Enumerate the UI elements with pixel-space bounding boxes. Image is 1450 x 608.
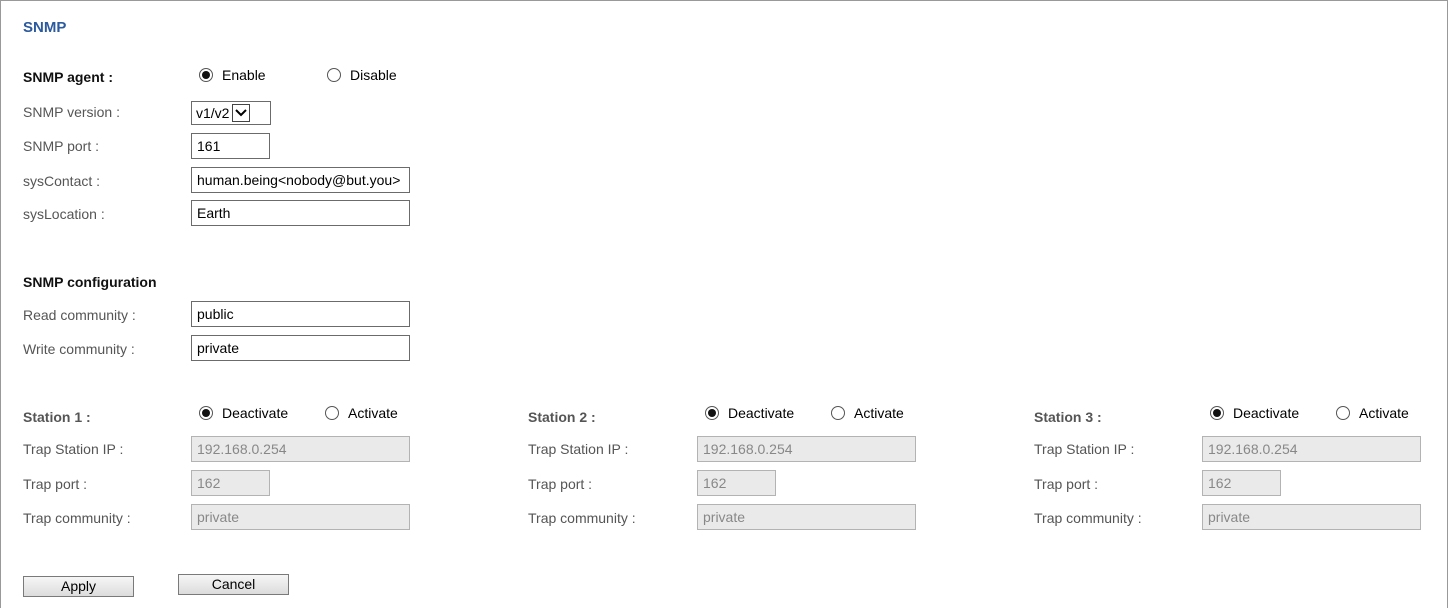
station-2-port-input[interactable]: 162: [697, 470, 776, 496]
station-3-ip-label: Trap Station IP :: [1034, 441, 1135, 457]
apply-button[interactable]: Apply: [23, 576, 134, 597]
cancel-button[interactable]: Cancel: [178, 574, 289, 595]
radio-selected-icon: [199, 68, 213, 82]
station-2-label: Station 2 :: [528, 409, 596, 425]
syscontact-input[interactable]: human.being<nobody@but.you>: [191, 167, 410, 193]
station-1-deactivate-label: Deactivate: [222, 405, 289, 421]
radio-unselected-icon: [1336, 406, 1350, 420]
station-2-ip-input[interactable]: 192.168.0.254: [697, 436, 916, 462]
snmp-version-value: v1/v2: [196, 105, 230, 121]
station-1-ip-input[interactable]: 192.168.0.254: [191, 436, 410, 462]
radio-unselected-icon: [325, 406, 339, 420]
station-3-activate-label: Activate: [1359, 405, 1409, 421]
snmp-version-label: SNMP version :: [23, 104, 120, 120]
station-2-deactivate-radio[interactable]: Deactivate: [705, 405, 794, 421]
station-1-label: Station 1 :: [23, 409, 91, 425]
station-2-ip-label: Trap Station IP :: [528, 441, 629, 457]
station-3-port-input[interactable]: 162: [1202, 470, 1281, 496]
station-2-community-label: Trap community :: [528, 510, 636, 526]
syslocation-input[interactable]: Earth: [191, 200, 410, 226]
station-2-community-input[interactable]: private: [697, 504, 916, 530]
snmp-agent-label: SNMP agent :: [23, 69, 113, 85]
station-1-ip-label: Trap Station IP :: [23, 441, 124, 457]
snmp-version-select[interactable]: v1/v2: [191, 101, 271, 125]
station-3-deactivate-radio[interactable]: Deactivate: [1210, 405, 1299, 421]
station-3-port-label: Trap port :: [1034, 476, 1099, 492]
station-3-activate-radio[interactable]: Activate: [1336, 405, 1409, 421]
snmp-port-label: SNMP port :: [23, 138, 99, 154]
agent-enable-radio[interactable]: Enable: [199, 67, 266, 83]
agent-enable-label: Enable: [222, 67, 266, 83]
read-community-label: Read community :: [23, 307, 136, 323]
snmp-configuration-heading: SNMP configuration: [23, 274, 157, 290]
radio-unselected-icon: [327, 68, 341, 82]
station-1-community-input[interactable]: private: [191, 504, 410, 530]
station-2-deactivate-label: Deactivate: [728, 405, 795, 421]
radio-selected-icon: [199, 406, 213, 420]
station-2-activate-radio[interactable]: Activate: [831, 405, 904, 421]
write-community-input[interactable]: private: [191, 335, 410, 361]
radio-selected-icon: [705, 406, 719, 420]
syslocation-label: sysLocation :: [23, 206, 105, 222]
station-1-port-label: Trap port :: [23, 476, 88, 492]
radio-unselected-icon: [831, 406, 845, 420]
station-1-community-label: Trap community :: [23, 510, 131, 526]
station-1-deactivate-radio[interactable]: Deactivate: [199, 405, 288, 421]
station-1-port-input[interactable]: 162: [191, 470, 270, 496]
station-2-activate-label: Activate: [854, 405, 904, 421]
agent-disable-radio[interactable]: Disable: [327, 67, 397, 83]
station-3-community-input[interactable]: private: [1202, 504, 1421, 530]
station-3-community-label: Trap community :: [1034, 510, 1142, 526]
station-2-port-label: Trap port :: [528, 476, 593, 492]
station-1-activate-label: Activate: [348, 405, 398, 421]
write-community-label: Write community :: [23, 341, 135, 357]
station-1-activate-radio[interactable]: Activate: [325, 405, 398, 421]
snmp-port-input[interactable]: 161: [191, 133, 270, 159]
station-3-label: Station 3 :: [1034, 409, 1102, 425]
read-community-input[interactable]: public: [191, 301, 410, 327]
station-3-ip-input[interactable]: 192.168.0.254: [1202, 436, 1421, 462]
radio-selected-icon: [1210, 406, 1224, 420]
page-title: SNMP: [23, 19, 67, 36]
syscontact-label: sysContact :: [23, 173, 101, 189]
agent-disable-label: Disable: [350, 67, 397, 83]
station-3-deactivate-label: Deactivate: [1233, 405, 1300, 421]
chevron-down-icon: [232, 104, 251, 122]
